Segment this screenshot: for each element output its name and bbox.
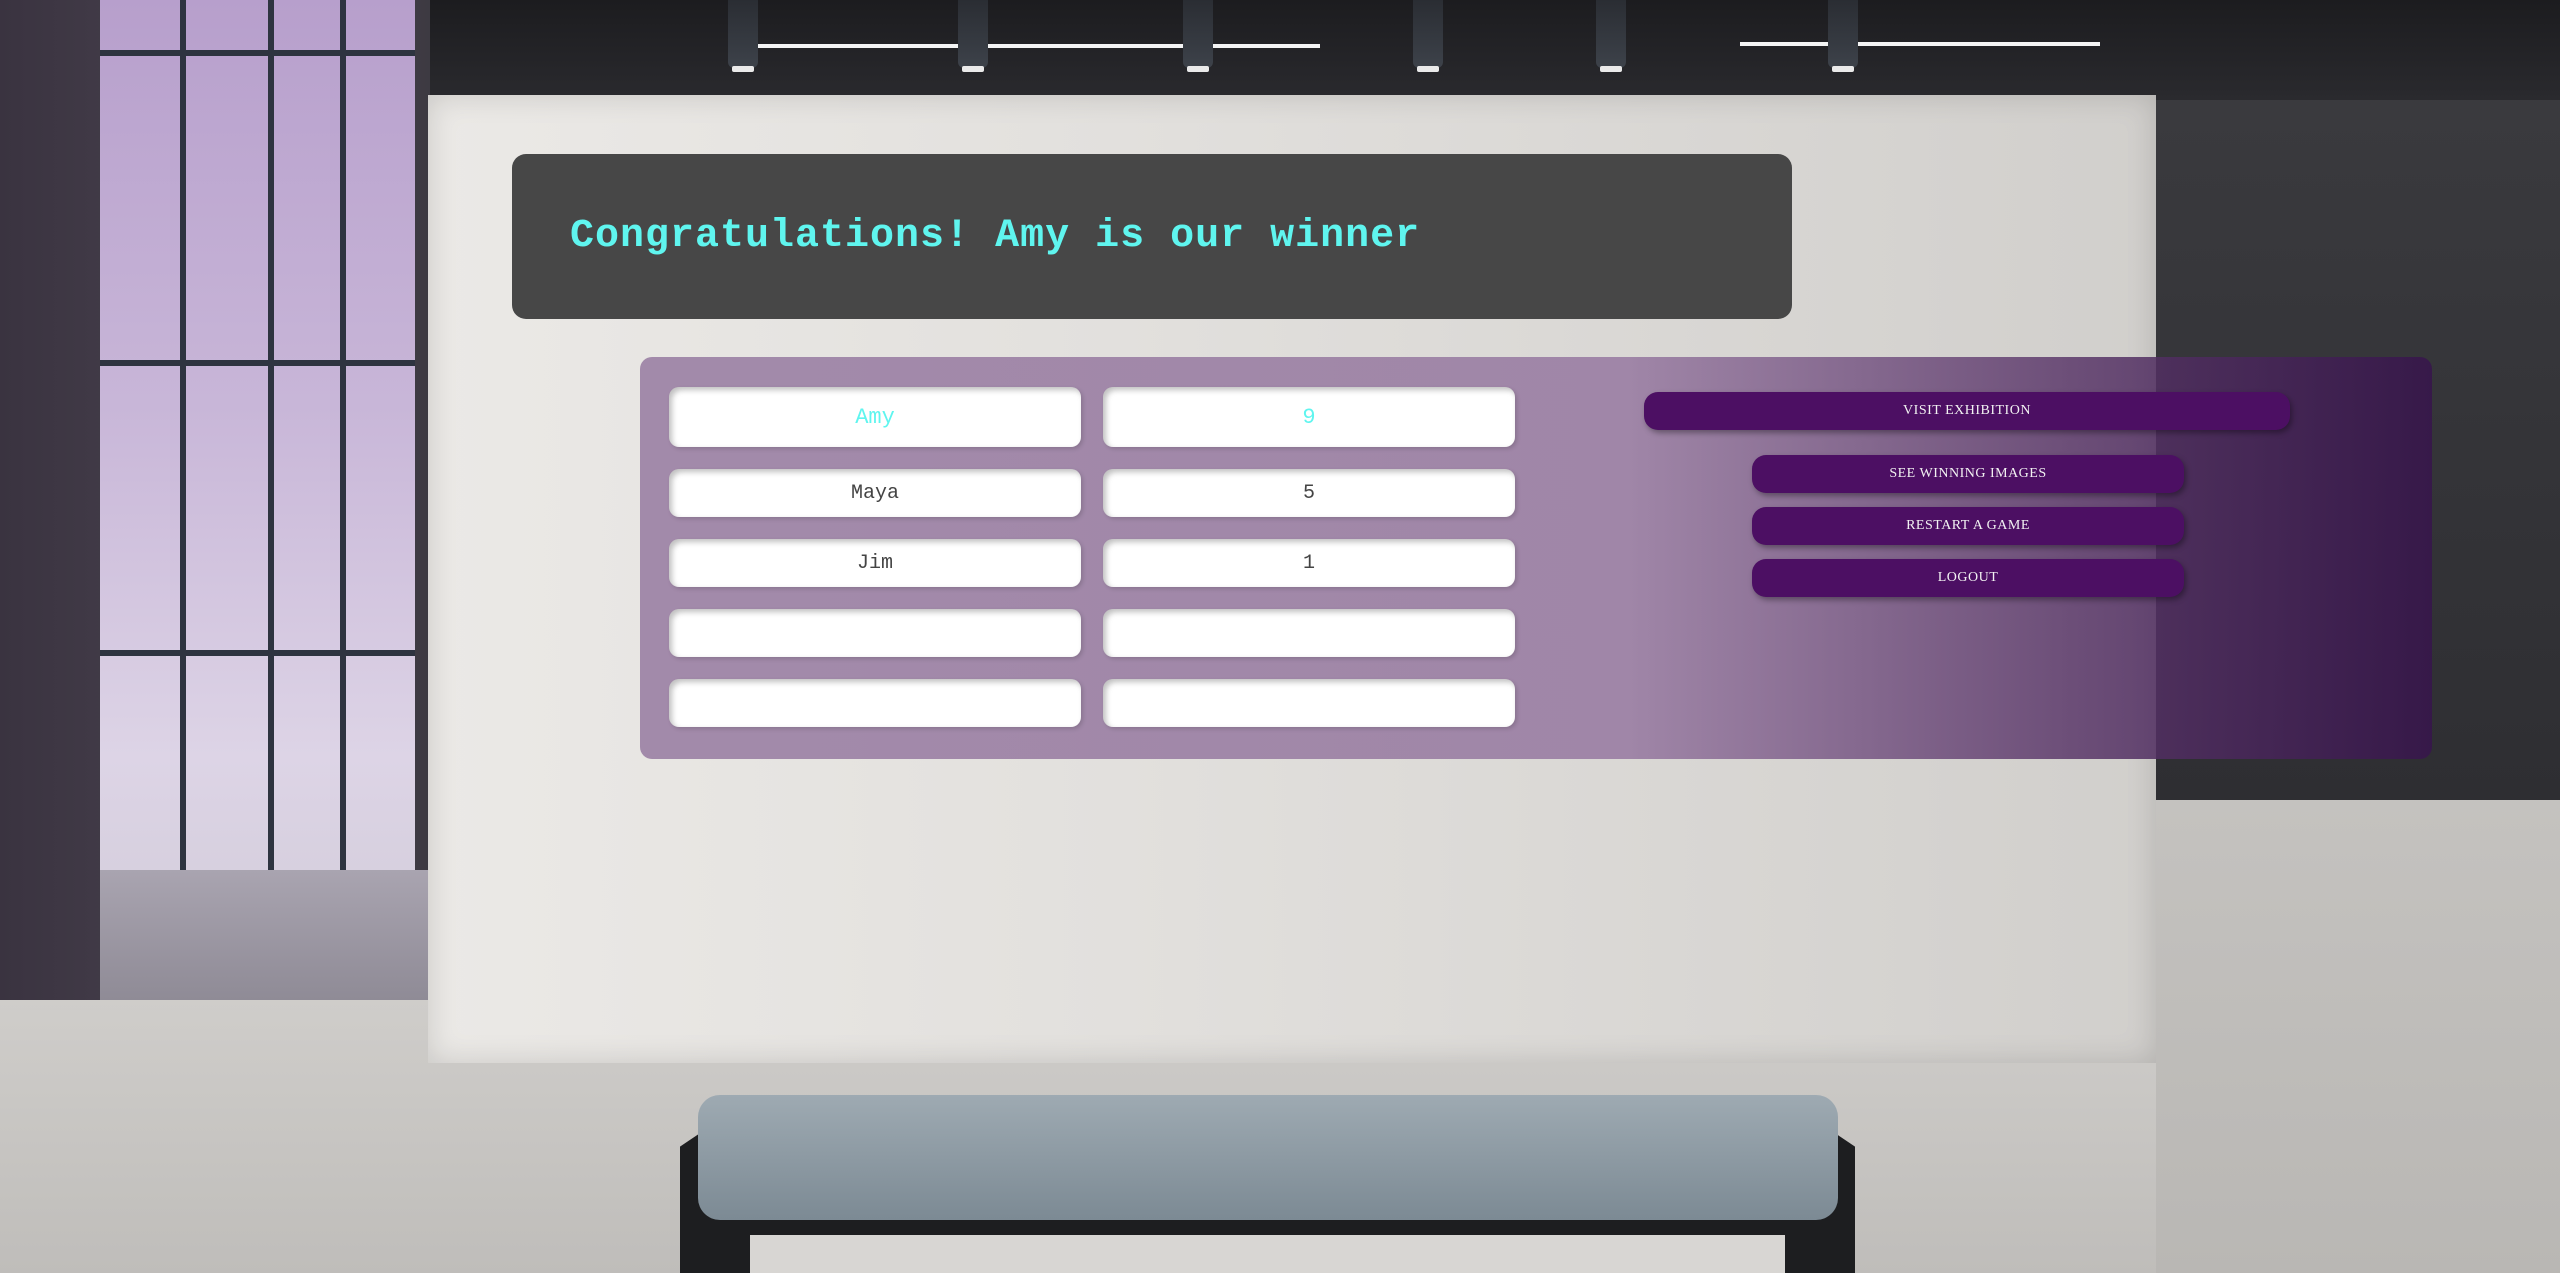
track-lamp bbox=[1183, 0, 1213, 72]
player-name-cell: Maya bbox=[669, 469, 1081, 517]
window-mullion bbox=[340, 0, 346, 890]
player-name-cell bbox=[669, 609, 1081, 657]
player-name-cell: Amy bbox=[669, 387, 1081, 447]
player-score-cell: 9 bbox=[1103, 387, 1515, 447]
logout-button[interactable]: LOGOUT bbox=[1752, 559, 2184, 597]
restart-game-button[interactable]: RESTART A GAME bbox=[1752, 507, 2184, 545]
track-lamp bbox=[1596, 0, 1626, 72]
window-mullion bbox=[100, 650, 415, 656]
see-winning-images-button[interactable]: SEE WINNING IMAGES bbox=[1752, 455, 2184, 493]
player-name-cell bbox=[669, 679, 1081, 727]
window bbox=[100, 0, 415, 1010]
winner-message: Congratulations! Amy is our winner bbox=[570, 214, 1421, 259]
window-mullion bbox=[268, 0, 274, 920]
bench-cushion bbox=[698, 1095, 1838, 1220]
player-score-cell: 1 bbox=[1103, 539, 1515, 587]
window-mullion bbox=[180, 0, 186, 960]
results-panel: Amy 9 Maya 5 Jim 1 VISIT EXHIBITION SEE … bbox=[640, 357, 2432, 759]
ceiling-light-strip bbox=[1740, 42, 2100, 46]
track-lamp bbox=[1413, 0, 1443, 72]
player-score-cell: 5 bbox=[1103, 469, 1515, 517]
player-score-cell bbox=[1103, 679, 1515, 727]
window-mullion bbox=[100, 360, 415, 366]
ceiling-light-strip bbox=[740, 44, 1320, 48]
right-floor bbox=[2156, 800, 2560, 1273]
window-mullion bbox=[100, 50, 415, 56]
window-sill bbox=[100, 870, 430, 1010]
gallery-bench bbox=[680, 1095, 1855, 1273]
player-score-cell bbox=[1103, 609, 1515, 657]
player-name-cell: Jim bbox=[669, 539, 1081, 587]
visit-exhibition-button[interactable]: VISIT EXHIBITION bbox=[1644, 392, 2290, 430]
track-lamp bbox=[1828, 0, 1858, 72]
track-lamp bbox=[958, 0, 988, 72]
track-lamp bbox=[728, 0, 758, 72]
winner-banner: Congratulations! Amy is our winner bbox=[512, 154, 1792, 319]
bench-gap bbox=[750, 1235, 1785, 1273]
